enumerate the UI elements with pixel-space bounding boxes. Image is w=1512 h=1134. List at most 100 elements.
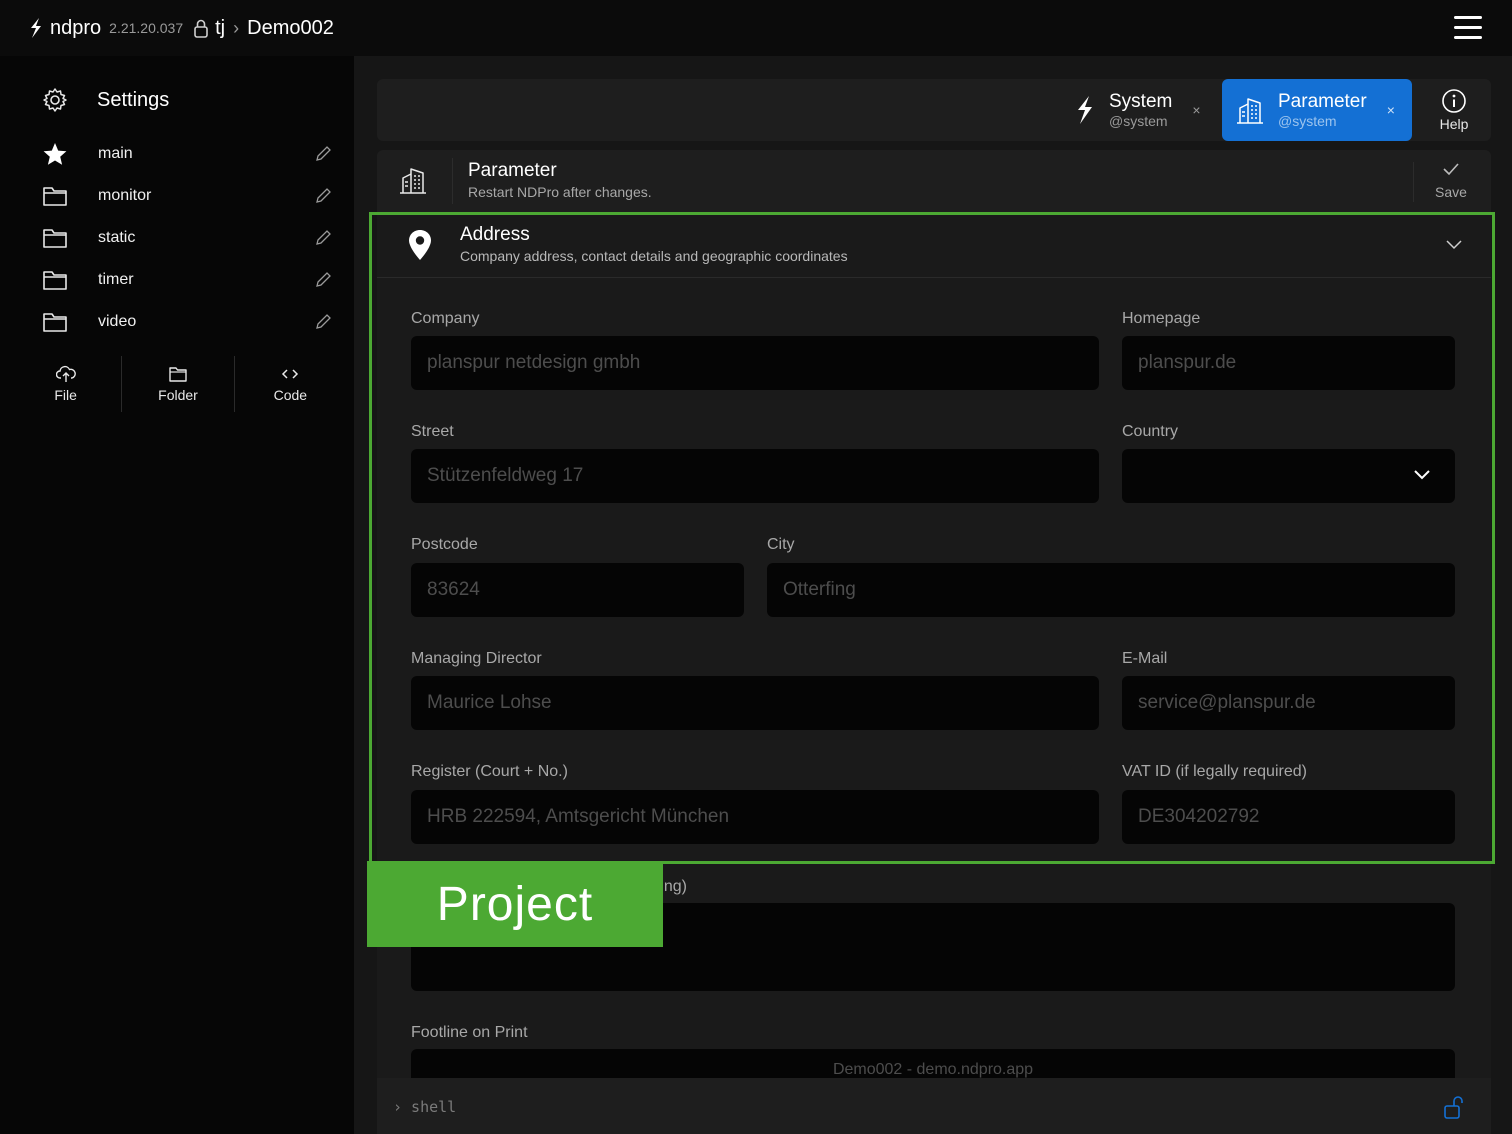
parameter-header: Parameter Restart NDPro after changes. S… [377, 150, 1491, 212]
address-section-header[interactable]: Address Company address, contact details… [377, 212, 1491, 278]
divider [1413, 162, 1414, 202]
info-icon [1442, 89, 1466, 113]
country-label: Country [1122, 423, 1179, 440]
pencil-icon[interactable] [314, 187, 332, 205]
bolt-logo-icon [31, 18, 41, 38]
shell-bar[interactable]: › shell [377, 1078, 1491, 1134]
sidebar-item-label: monitor [98, 187, 152, 204]
pencil-icon[interactable] [314, 229, 332, 247]
sidebar-item-label: timer [98, 271, 134, 288]
divider [452, 158, 453, 204]
vat-id-input[interactable]: DE304202792 [1122, 790, 1455, 844]
company-label: Company [411, 310, 480, 327]
city-input[interactable]: Otterfing [767, 563, 1455, 617]
chevron-down-icon [1414, 470, 1430, 480]
footline-label: Footline on Print [411, 1024, 528, 1041]
postcode-input[interactable]: 83624 [411, 563, 744, 617]
sidebar-item-static[interactable]: static [42, 220, 332, 256]
postcode-label: Postcode [411, 536, 478, 553]
close-icon[interactable]: × [1192, 102, 1200, 118]
map-pin-icon [409, 230, 431, 260]
code-label: Code [273, 387, 308, 403]
folder-icon [43, 271, 67, 290]
managing-director-label: Managing Director [411, 650, 542, 667]
new-file-button[interactable]: File [10, 356, 123, 412]
help-label: Help [1439, 116, 1469, 132]
sidebar-item-label: static [98, 229, 136, 246]
bolt-icon [1078, 96, 1092, 124]
folder-icon [169, 367, 187, 382]
page-title: Parameter [468, 160, 557, 181]
highlight-label-text: Project [436, 877, 594, 931]
sidebar-item-label: main [98, 145, 133, 162]
sidebar-item-video[interactable]: video [42, 304, 332, 340]
check-icon [1443, 163, 1459, 176]
email-input[interactable]: service@planspur.de [1122, 676, 1455, 730]
folder-icon [43, 313, 67, 332]
pencil-icon[interactable] [314, 145, 332, 163]
lock-icon[interactable] [193, 18, 209, 38]
main-area: System @system × Parameter @system × Hel… [354, 56, 1512, 1134]
building-icon [1237, 98, 1263, 124]
pencil-icon[interactable] [314, 271, 332, 289]
brand-name[interactable]: ndpro [50, 17, 101, 40]
vat-id-label: VAT ID (if legally required) [1122, 763, 1307, 780]
homepage-label: Homepage [1122, 310, 1201, 327]
new-folder-button[interactable]: Folder [122, 356, 235, 412]
settings-title: Settings [97, 88, 170, 111]
new-code-button[interactable]: Code [235, 356, 346, 412]
tab-subtitle: @system [1109, 113, 1168, 129]
save-label: Save [1435, 184, 1467, 200]
footline-input[interactable]: Demo002 - demo.ndpro.app [411, 1049, 1455, 1078]
project-name[interactable]: Demo002 [247, 17, 334, 40]
page-subtitle: Restart NDPro after changes. [468, 184, 652, 200]
file-label: File [54, 387, 77, 403]
homepage-input[interactable]: planspur.de [1122, 336, 1455, 390]
tab-title: Parameter [1278, 91, 1367, 112]
help-button[interactable]: Help [1424, 79, 1484, 141]
street-label: Street [411, 423, 454, 440]
building-icon [400, 168, 426, 194]
close-icon[interactable]: × [1387, 102, 1395, 118]
register-input[interactable]: HRB 222594, Amtsgericht München [411, 790, 1099, 844]
tab-title: System [1109, 91, 1173, 112]
code-icon [282, 369, 299, 379]
sidebar-item-monitor[interactable]: monitor [42, 178, 332, 214]
company-input[interactable]: planspur netdesign gmbh [411, 336, 1099, 390]
version-label: 2.21.20.037 [109, 20, 184, 36]
highlight-label: Project [367, 861, 663, 947]
breadcrumb-separator: › [233, 17, 240, 38]
hamburger-menu-icon[interactable] [1454, 16, 1482, 40]
tab-subtitle: @system [1278, 113, 1337, 129]
managing-director-input[interactable]: Maurice Lohse [411, 676, 1099, 730]
form-panel: Address Company address, contact details… [377, 212, 1491, 1078]
sidebar: Settings main monitor static timer video… [0, 56, 354, 1134]
sidebar-item-timer[interactable]: timer [42, 262, 332, 298]
sidebar-item-main[interactable]: main [42, 136, 332, 172]
save-button[interactable]: Save [1427, 162, 1475, 200]
gear-icon [43, 88, 67, 112]
country-select[interactable] [1122, 449, 1455, 503]
tab-system[interactable]: System @system × [1071, 79, 1211, 141]
user-name[interactable]: tj [215, 17, 225, 40]
email-label: E-Mail [1122, 650, 1168, 667]
folder-label: Folder [158, 387, 198, 403]
folder-icon [43, 229, 67, 248]
pencil-icon[interactable] [314, 313, 332, 331]
section-subtitle: Company address, contact details and geo… [460, 248, 848, 264]
unlock-icon[interactable] [1443, 1094, 1465, 1120]
city-label: City [767, 536, 795, 553]
section-title: Address [460, 224, 530, 245]
sidebar-actions: File Folder Code [10, 356, 346, 412]
register-label: Register (Court + No.) [411, 763, 568, 780]
star-icon [43, 143, 67, 165]
top-bar: ndpro 2.21.20.037 tj › Demo002 [0, 0, 1512, 56]
tab-bar: System @system × Parameter @system × Hel… [377, 79, 1491, 141]
chevron-down-icon[interactable] [1445, 238, 1463, 250]
tab-parameter[interactable]: Parameter @system × [1222, 79, 1412, 141]
folder-icon [43, 187, 67, 206]
sidebar-item-label: video [98, 313, 137, 330]
shell-prompt[interactable]: › shell [393, 1098, 456, 1116]
street-input[interactable]: Stützenfeldweg 17 [411, 449, 1099, 503]
settings-header[interactable]: Settings [42, 87, 169, 113]
